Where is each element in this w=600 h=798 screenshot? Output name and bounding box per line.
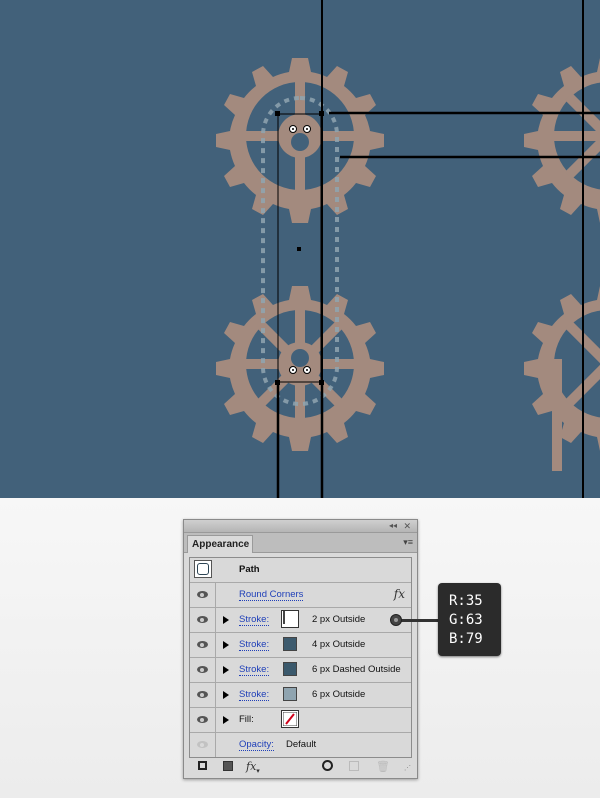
expand-arrow-icon[interactable] (223, 716, 229, 724)
fill-row[interactable]: Fill: (190, 708, 411, 733)
stroke-row[interactable]: Stroke: 6 px Dashed Outside (190, 658, 411, 683)
round-corners-link[interactable]: Round Corners (239, 589, 304, 601)
visibility-eye-icon[interactable] (197, 741, 208, 748)
stroke-link[interactable]: Stroke: (239, 614, 270, 626)
expand-arrow-icon[interactable] (223, 641, 229, 649)
visibility-eye-icon[interactable] (197, 641, 208, 648)
blue-value: B:79 (449, 631, 483, 647)
green-value: G:63 (449, 612, 483, 628)
artwork (216, 0, 600, 498)
path-thumbnail-icon (194, 560, 212, 578)
stroke-row[interactable]: Stroke: 2 px Outside (190, 608, 411, 633)
visibility-eye-icon[interactable] (197, 666, 208, 673)
stroke-value: 2 px Outside (312, 614, 366, 625)
gear-right-top[interactable] (524, 58, 600, 223)
add-stroke-icon[interactable] (198, 761, 207, 770)
opacity-value: Default (286, 739, 317, 750)
delete-icon[interactable]: 🗑 (376, 760, 390, 773)
gear-right-bottom[interactable] (524, 286, 600, 471)
selection-handle[interactable] (275, 111, 280, 116)
collapse-icon[interactable]: ◂◂ (389, 520, 397, 532)
selection-handle[interactable] (319, 111, 324, 116)
stroke-link[interactable]: Stroke: (239, 639, 270, 651)
fx-menu-icon[interactable]: fx▾ (246, 760, 260, 775)
duplicate-item-icon[interactable] (349, 761, 359, 771)
expand-arrow-icon[interactable] (223, 691, 229, 699)
tooltip-pin-icon (390, 614, 402, 626)
fill-label: Fill: (239, 714, 254, 725)
stroke-value: 6 px Dashed Outside (312, 664, 401, 675)
stroke-row[interactable]: Stroke: 6 px Outside (190, 683, 411, 708)
visibility-eye-icon[interactable] (197, 716, 208, 723)
artboard-canvas[interactable] (0, 0, 600, 498)
fill-none-swatch[interactable] (281, 710, 299, 728)
clear-appearance-icon[interactable] (322, 760, 333, 771)
stroke-color-swatch[interactable] (283, 637, 297, 651)
visibility-eye-icon[interactable] (197, 591, 208, 598)
gear-top[interactable] (216, 58, 384, 223)
panel-menu-icon[interactable]: ▾≡ (403, 537, 413, 548)
stroke-color-swatch[interactable] (283, 662, 297, 676)
stroke-color-swatch[interactable] (281, 610, 299, 628)
stroke-value: 4 px Outside (312, 639, 366, 650)
gear-bottom[interactable] (216, 286, 384, 451)
selection-handle[interactable] (275, 380, 280, 385)
appearance-panel: ◂◂ ✕ Appearance ▾≡ Path Round Corners fx… (183, 519, 418, 779)
add-fill-icon[interactable] (223, 761, 233, 771)
path-row[interactable]: Path (190, 558, 411, 583)
stroke-link[interactable]: Stroke: (239, 689, 270, 701)
panel-titlebar[interactable]: ◂◂ ✕ (184, 520, 417, 533)
opacity-link[interactable]: Opacity: (239, 739, 274, 751)
expand-arrow-icon[interactable] (223, 666, 229, 674)
panel-footer: fx▾ 🗑 ⋰ (184, 756, 417, 778)
opacity-row[interactable]: Opacity: Default (190, 733, 411, 757)
visibility-eye-icon[interactable] (197, 691, 208, 698)
object-label: Path (239, 564, 260, 575)
effect-row-round-corners[interactable]: Round Corners fx (190, 583, 411, 608)
stroke-color-swatch[interactable] (283, 687, 297, 701)
stroke-row[interactable]: Stroke: 4 px Outside (190, 633, 411, 658)
tab-appearance[interactable]: Appearance (187, 535, 253, 553)
stroke-link[interactable]: Stroke: (239, 664, 270, 676)
stroke-value: 6 px Outside (312, 689, 366, 700)
appearance-list: Path Round Corners fx Stroke: 2 px Outsi… (189, 557, 412, 758)
expand-arrow-icon[interactable] (223, 616, 229, 624)
tooltip-connector (396, 619, 440, 622)
red-value: R:35 (449, 593, 483, 609)
selection-handle[interactable] (319, 380, 324, 385)
close-icon[interactable]: ✕ (403, 520, 411, 532)
visibility-eye-icon[interactable] (197, 616, 208, 623)
panel-tab-row: Appearance ▾≡ (184, 533, 417, 553)
center-point (297, 247, 301, 251)
resize-grip-icon[interactable]: ⋰ (404, 764, 411, 772)
color-values-callout: R:35 G:63 B:79 (438, 583, 501, 656)
fx-icon[interactable]: fx (394, 587, 405, 601)
